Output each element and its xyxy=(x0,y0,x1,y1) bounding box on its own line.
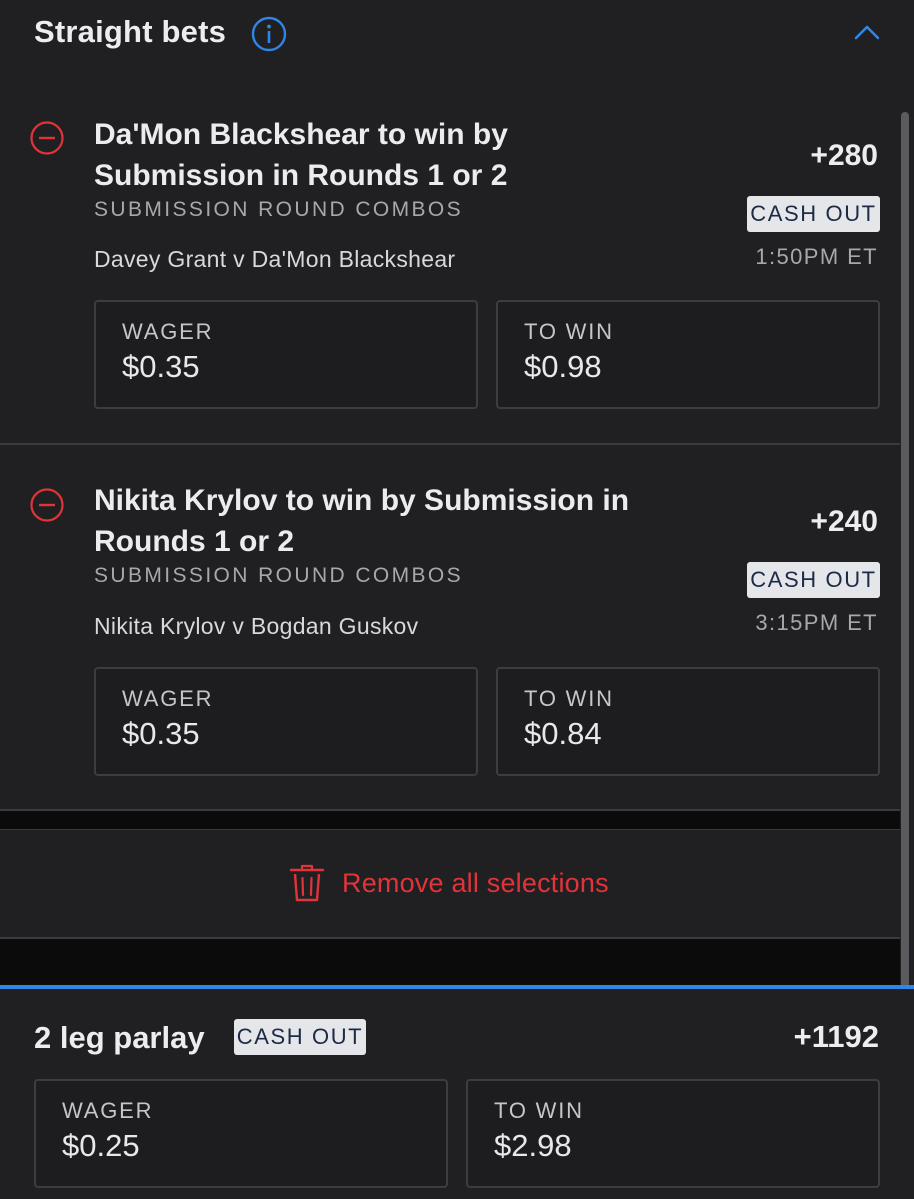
wager-value: $0.25 xyxy=(62,1128,140,1163)
cash-out-badge[interactable]: CASH OUT xyxy=(747,562,880,598)
remove-all-label: Remove all selections xyxy=(342,868,609,898)
bet-selection-title: Nikita Krylov to win by Submission in Ro… xyxy=(94,484,630,558)
parlay-to-win-field[interactable]: TO WIN $2.98 xyxy=(466,1079,880,1188)
parlay-title: 2 leg parlay xyxy=(34,1020,205,1055)
wager-label: WAGER xyxy=(122,686,214,711)
wager-field[interactable]: WAGER $0.35 xyxy=(94,667,478,776)
bet-event: Nikita Krylov v Bogdan Guskov xyxy=(94,613,419,639)
parlay-odds: +1192 xyxy=(793,1019,879,1054)
bet-market: SUBMISSION ROUND COMBOS xyxy=(94,564,464,587)
to-win-label: TO WIN xyxy=(494,1098,584,1123)
to-win-field[interactable]: TO WIN $0.84 xyxy=(496,667,880,776)
scrollbar[interactable] xyxy=(901,112,909,988)
cash-out-badge[interactable]: CASH OUT xyxy=(234,1019,366,1055)
remove-selection-icon[interactable] xyxy=(29,487,65,523)
event-time: 3:15PM ET xyxy=(755,610,878,635)
bet-odds: +240 xyxy=(810,505,878,538)
betslip: Straight bets Da'Mon Blackshear to win b… xyxy=(0,0,914,1199)
wager-label: WAGER xyxy=(62,1098,154,1123)
wager-value: $0.35 xyxy=(122,716,200,751)
remove-all-selections-button[interactable]: Remove all selections xyxy=(0,830,900,938)
section-gap xyxy=(0,811,900,830)
to-win-value: $2.98 xyxy=(494,1128,572,1163)
to-win-value: $0.84 xyxy=(524,716,602,751)
to-win-label: TO WIN xyxy=(524,686,614,711)
parlay-wager-field[interactable]: WAGER $0.25 xyxy=(34,1079,448,1188)
parlay-card: 2 leg parlay CASH OUT +1192 WAGER $0.25 … xyxy=(0,989,914,1199)
section-gap xyxy=(0,939,900,985)
bet-card: Nikita Krylov to win by Submission in Ro… xyxy=(0,0,900,810)
trash-icon xyxy=(289,864,325,902)
